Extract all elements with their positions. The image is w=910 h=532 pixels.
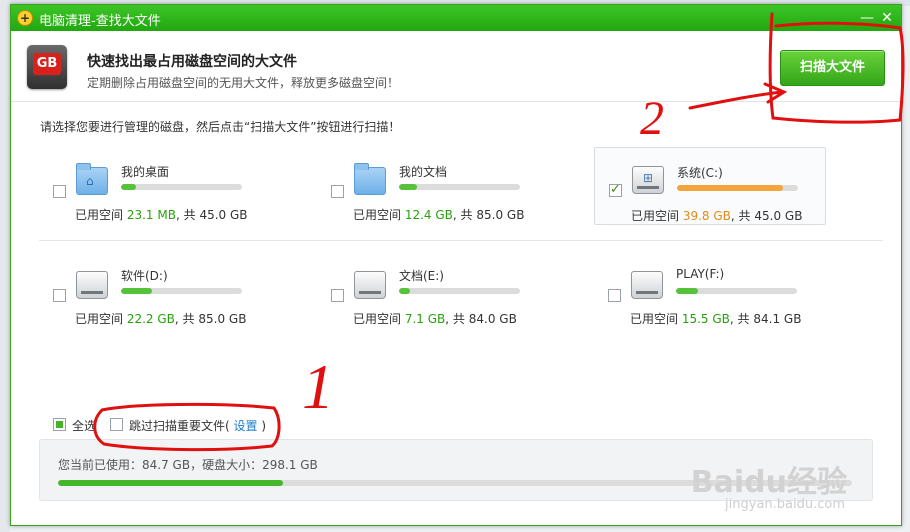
usage-text: 已用空间 12.4 GB, 共 85.0 GB — [353, 208, 525, 222]
usage-bar — [121, 288, 242, 294]
total-value: 84.0 GB — [468, 312, 517, 326]
usage-bar-fill — [399, 288, 410, 294]
used-value: 23.1 MB — [126, 208, 176, 222]
drive-checkbox[interactable] — [53, 289, 66, 302]
used-value: 22.2 GB — [126, 312, 175, 326]
divider — [39, 240, 883, 241]
select-all-label[interactable]: 全选 — [72, 417, 96, 434]
usage-text: 已用空间 7.1 GB, 共 84.0 GB — [353, 312, 517, 326]
scan-large-files-button[interactable]: 扫描大文件 — [780, 50, 885, 86]
total-value: 84.1 GB — [753, 312, 802, 326]
used-value: 39.8 GB — [682, 209, 731, 223]
drive-name: 文档(E:) — [399, 269, 444, 283]
plus-icon: + — [17, 10, 33, 26]
header: GB 快速找出最占用磁盘空间的大文件 定期删除占用磁盘空间的无用大文件，释放更多… — [11, 31, 901, 102]
usage-bar-fill — [676, 288, 698, 294]
header-subtitle: 定期删除占用磁盘空间的无用大文件，释放更多磁盘空间！ — [87, 76, 400, 90]
disk-usage-bar-fill — [58, 480, 284, 486]
usage-bar — [676, 288, 797, 294]
drive-card-system-c[interactable]: ⊞ 系统(C:) 已用空间 39.8 GB, 共 45.0 GB — [594, 147, 826, 225]
drive-checkbox[interactable] — [331, 289, 344, 302]
drive-card-f[interactable]: PLAY(F:) 已用空间 15.5 GB, 共 84.1 GB — [594, 253, 824, 329]
usage-text: 已用空间 22.2 GB, 共 85.0 GB — [75, 312, 247, 326]
usage-bar-fill — [121, 288, 153, 294]
minimize-button[interactable]: — — [857, 8, 877, 28]
drive-card-documents[interactable]: 我的文档 已用空间 12.4 GB, 共 85.0 GB — [317, 149, 547, 225]
drive-checkbox[interactable] — [53, 185, 66, 198]
close-button[interactable]: ✕ — [877, 8, 897, 28]
hard-drive-icon — [76, 271, 108, 299]
skip-important-label: 跳过扫描重要文件( 设置 ) — [129, 419, 267, 433]
usage-bar — [399, 288, 520, 294]
skip-important-checkbox[interactable] — [110, 418, 123, 431]
cleanup-window: + 电脑清理-查找大文件 — ✕ GB 快速找出最占用磁盘空间的大文件 定期删除… — [10, 4, 902, 526]
hard-drive-icon — [354, 271, 386, 299]
select-all-checkbox[interactable] — [53, 418, 66, 431]
drive-name: 系统(C:) — [677, 166, 723, 180]
drive-name: 软件(D:) — [121, 269, 168, 283]
usage-bar-fill — [677, 185, 784, 191]
instruction-text: 请选择您要进行管理的磁盘，然后点击“扫描大文件”按钮进行扫描！ — [40, 120, 401, 134]
used-value: 12.4 GB — [404, 208, 453, 222]
usage-text: 已用空间 23.1 MB, 共 45.0 GB — [75, 208, 248, 222]
desktop-folder-icon: ⌂ — [76, 163, 108, 195]
gb-drive-icon: GB — [27, 45, 67, 89]
disk-usage-summary: 您当前已使用：84.7 GB，硬盘大小：298.1 GB — [58, 458, 318, 472]
usage-bar — [399, 184, 520, 190]
drive-card-desktop[interactable]: ⌂ 我的桌面 已用空间 23.1 MB, 共 45.0 GB — [39, 149, 269, 225]
system-drive-icon: ⊞ — [632, 166, 664, 194]
usage-text: 已用空间 15.5 GB, 共 84.1 GB — [630, 312, 802, 326]
title-bar: + 电脑清理-查找大文件 — ✕ — [11, 5, 901, 31]
total-value: 45.0 GB — [754, 209, 803, 223]
watermark-url: jingyan.baidu.com — [725, 497, 845, 512]
total-value: 45.0 GB — [199, 208, 248, 222]
settings-link[interactable]: 设置 — [234, 419, 258, 433]
documents-folder-icon — [354, 163, 386, 195]
total-value: 85.0 GB — [476, 208, 525, 222]
usage-text: 已用空间 39.8 GB, 共 45.0 GB — [631, 209, 803, 223]
used-value: 7.1 GB — [404, 312, 446, 326]
hard-drive-icon — [631, 271, 663, 299]
watermark-logo: Baidu经验 — [690, 465, 847, 500]
window-title: 电脑清理-查找大文件 — [39, 14, 161, 29]
drive-name: PLAY(F:) — [676, 267, 725, 281]
header-title: 快速找出最占用磁盘空间的大文件 — [87, 54, 297, 70]
total-value: 85.0 GB — [198, 312, 247, 326]
drive-name: 我的桌面 — [121, 165, 170, 179]
background-left-edge — [0, 0, 10, 532]
drive-card-e[interactable]: 文档(E:) 已用空间 7.1 GB, 共 84.0 GB — [317, 253, 547, 329]
drive-name: 我的文档 — [399, 165, 448, 179]
drive-checkbox[interactable] — [608, 289, 621, 302]
usage-bar — [121, 184, 242, 190]
drive-checkbox[interactable] — [609, 182, 622, 197]
used-value: 15.5 GB — [681, 312, 730, 326]
usage-bar-fill — [121, 184, 136, 190]
drive-card-d[interactable]: 软件(D:) 已用空间 22.2 GB, 共 85.0 GB — [39, 253, 269, 329]
usage-bar-fill — [399, 184, 418, 190]
usage-bar — [677, 185, 798, 191]
drive-checkbox[interactable] — [331, 185, 344, 198]
